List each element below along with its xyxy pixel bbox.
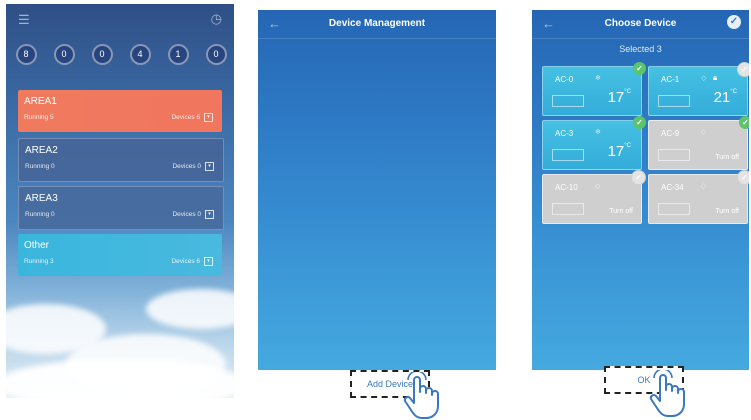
- checkmark-icon[interactable]: ✓: [737, 170, 749, 185]
- device-card-ac-34[interactable]: AC-34 ◇ Turn off ✓: [648, 170, 749, 224]
- area-devices: Devices 6: [171, 114, 200, 121]
- device-name: AC-0: [555, 75, 574, 84]
- stat-value: 0: [53, 44, 75, 65]
- choose-device-screen: ← Choose Device ✓ Selected 3 AC-0 ❄ 17°C…: [532, 10, 749, 370]
- area-devices: Devices 6: [171, 258, 200, 265]
- status-counters: 8 0 0 4 1 0: [6, 44, 234, 78]
- device-card-ac-10[interactable]: AC-10 ◇ Turn off ✓: [542, 170, 646, 224]
- area-running: Running 3: [24, 258, 54, 265]
- device-card-ac-3[interactable]: AC-3 ❄ 17°C ✓: [542, 116, 646, 170]
- checkmark-icon[interactable]: ✓: [737, 62, 749, 77]
- stat-counter: 0: [46, 44, 82, 65]
- menu-icon[interactable]: ☰: [18, 13, 30, 27]
- area-item-other[interactable]: Other Running 3 Devices 6 ▾: [18, 234, 222, 276]
- area-name: AREA1: [24, 96, 57, 107]
- device-status: Turn off: [609, 208, 633, 215]
- fan-icon: ◇: [701, 183, 707, 190]
- stat-counter: 0: [84, 44, 120, 65]
- area-list-screen: ☰ ◷ 8 0 0 4 1 0 AREA1 Running 5 Devices …: [6, 4, 234, 398]
- fan-icon: ◇: [701, 75, 707, 82]
- device-temperature: 21°C: [713, 89, 737, 106]
- expand-icon[interactable]: ▾: [204, 257, 213, 266]
- area-item-area3[interactable]: AREA3 Running 0 Devices 0 ▾: [18, 186, 224, 230]
- hand-pointer-icon: [403, 372, 439, 419]
- stat-counter: 1: [160, 44, 196, 65]
- area-name: AREA2: [25, 145, 58, 156]
- lock-icon: 🔒︎: [713, 73, 718, 82]
- ac-unit-icon: [658, 203, 690, 215]
- area-devices: Devices 0: [172, 163, 201, 170]
- page-title: Device Management: [328, 18, 426, 29]
- device-temperature: 17°C: [607, 89, 631, 106]
- device-temperature: 17°C: [607, 143, 631, 160]
- area-running: Running 0: [25, 211, 55, 218]
- stat-value: 8: [15, 44, 37, 65]
- page-title: Choose Device: [604, 18, 677, 29]
- fan-icon: ◇: [701, 129, 707, 136]
- header: ← Choose Device ✓: [532, 10, 749, 39]
- checkmark-icon[interactable]: ✓: [633, 62, 646, 75]
- ac-unit-icon: [658, 95, 690, 107]
- stat-value: 0: [205, 44, 227, 65]
- area-running: Running 5: [24, 114, 54, 121]
- device-management-screen: ← Device Management: [258, 10, 496, 370]
- clock-icon[interactable]: ◷: [211, 12, 222, 26]
- stat-value: 4: [129, 44, 151, 65]
- ac-unit-icon: [552, 203, 584, 215]
- fan-icon: ◇: [595, 183, 601, 190]
- selected-count: Selected 3: [619, 44, 662, 54]
- expand-icon[interactable]: ▾: [204, 113, 213, 122]
- stat-counter: 4: [122, 44, 158, 65]
- stat-counter: 8: [8, 44, 44, 65]
- device-card-ac-9[interactable]: AC-9 ◇ Turn off ✓: [648, 116, 749, 170]
- stat-value: 0: [91, 44, 113, 65]
- checkmark-icon[interactable]: ✓: [633, 116, 646, 129]
- checkmark-icon[interactable]: ✓: [631, 170, 646, 185]
- stat-counter: 0: [198, 44, 234, 65]
- top-bar: ☰ ◷: [6, 4, 234, 36]
- device-card-ac-0[interactable]: AC-0 ❄ 17°C ✓: [542, 62, 646, 116]
- fan-icon: ❄: [595, 75, 601, 82]
- hand-pointer-icon: [649, 370, 685, 417]
- ac-unit-icon: [552, 95, 584, 107]
- area-name: AREA3: [25, 193, 58, 204]
- device-name: AC-34: [661, 183, 684, 192]
- device-status: Turn off: [715, 208, 739, 215]
- area-item-area2[interactable]: AREA2 Running 0 Devices 0 ▾: [18, 138, 224, 182]
- expand-icon[interactable]: ▾: [205, 162, 214, 171]
- area-running: Running 0: [25, 163, 55, 170]
- device-name: AC-10: [555, 183, 578, 192]
- device-name: AC-1: [661, 75, 680, 84]
- ac-unit-icon: [552, 149, 584, 161]
- area-item-area1[interactable]: AREA1 Running 5 Devices 6 ▾: [18, 90, 222, 132]
- area-name: Other: [24, 240, 50, 251]
- expand-icon[interactable]: ▾: [205, 210, 214, 219]
- checkmark-icon[interactable]: ✓: [739, 116, 749, 129]
- device-status: Turn off: [715, 154, 739, 161]
- device-name: AC-9: [661, 129, 680, 138]
- device-name: AC-3: [555, 129, 574, 138]
- checkmark-icon[interactable]: ✓: [727, 15, 741, 29]
- area-devices: Devices 0: [172, 211, 201, 218]
- fan-icon: ❄: [595, 129, 601, 136]
- stat-value: 1: [167, 44, 189, 65]
- header: ← Device Management: [258, 10, 496, 39]
- ac-unit-icon: [658, 149, 690, 161]
- device-card-ac-1[interactable]: AC-1 ◇ 🔒︎ 21°C ✓: [648, 62, 749, 116]
